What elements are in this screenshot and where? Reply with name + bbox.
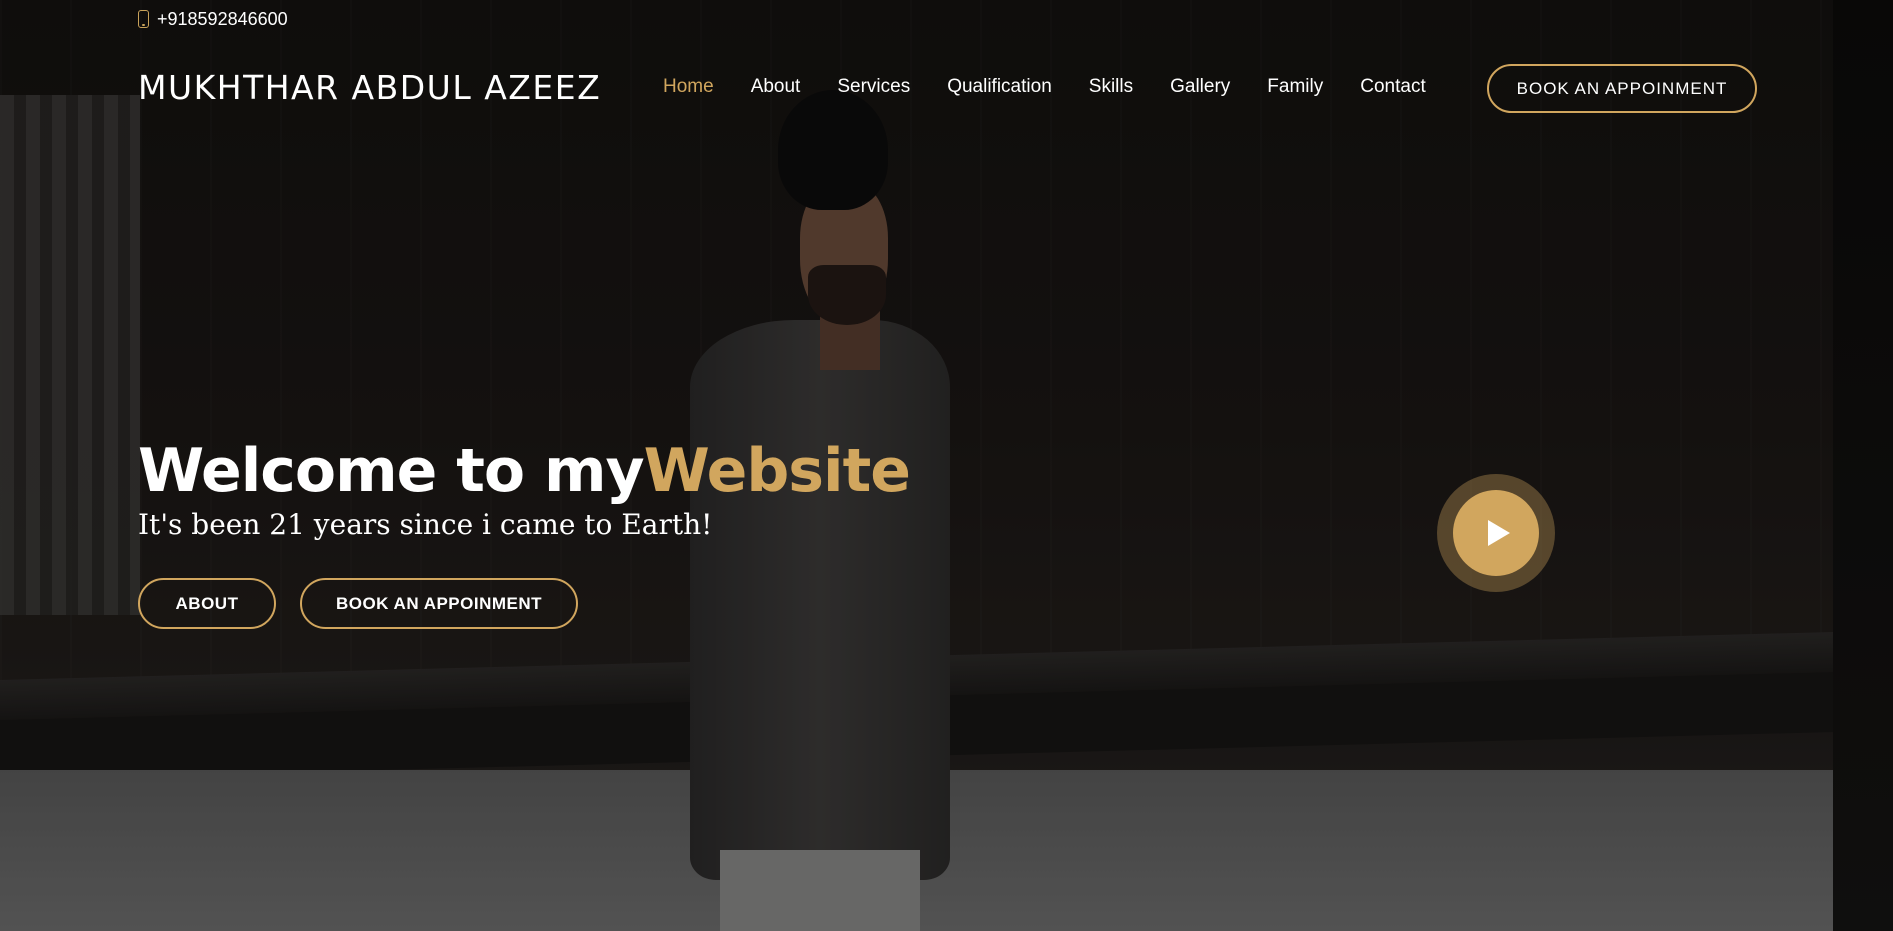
phone-number[interactable]: +918592846600 [157, 9, 288, 30]
hero-title-accent: Website [643, 436, 911, 506]
nav-item-family[interactable]: Family [1267, 76, 1323, 98]
book-appointment-button[interactable]: BOOK AN APPOINMENT [300, 578, 578, 629]
play-video-button[interactable] [1437, 474, 1555, 592]
nav-item-contact[interactable]: Contact [1360, 76, 1425, 98]
topbar-contact: +918592846600 [138, 8, 288, 30]
play-button-circle[interactable] [1453, 490, 1539, 576]
nav-item-qualification[interactable]: Qualification [947, 76, 1052, 98]
phone-icon [138, 10, 149, 28]
nav-item-gallery[interactable]: Gallery [1170, 76, 1230, 98]
nav-item-home[interactable]: Home [663, 76, 714, 98]
book-appointment-header-button[interactable]: BOOK AN APPOINMENT [1487, 64, 1757, 113]
nav-item-services[interactable]: Services [837, 76, 910, 98]
hero-subtitle: It's been 21 years since i came to Earth… [138, 508, 713, 541]
nav-item-about[interactable]: About [751, 76, 801, 98]
hero-title-main: Welcome to my [138, 436, 645, 506]
play-icon [1488, 520, 1510, 546]
about-button[interactable]: ABOUT [138, 578, 276, 629]
main-nav: Home About Services Qualification Skills… [663, 76, 1463, 98]
nav-item-skills[interactable]: Skills [1089, 76, 1133, 98]
hero-title: Welcome to myWebsite [138, 436, 911, 506]
site-logo[interactable]: MUKHTHAR ABDUL AZEEZ [138, 68, 601, 107]
